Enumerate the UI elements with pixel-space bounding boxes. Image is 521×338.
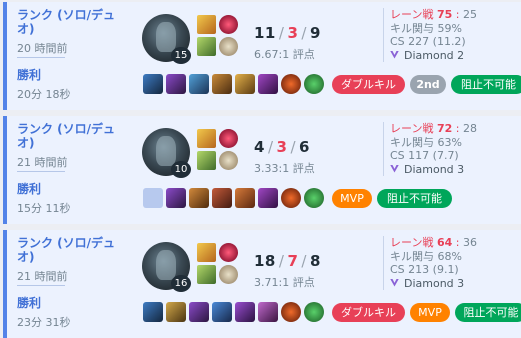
item-icon[interactable] xyxy=(189,302,209,322)
kda-ratio: 6.67:1 評点 xyxy=(254,48,315,61)
average-tier: Diamond 2 xyxy=(390,49,508,63)
cs-score: CS 213 (9.1) xyxy=(390,263,459,276)
deaths: 3 xyxy=(287,24,299,42)
item-icon[interactable] xyxy=(258,302,278,322)
deaths: 7 xyxy=(287,252,299,270)
ward-icon[interactable] xyxy=(281,188,301,208)
item-icon[interactable] xyxy=(143,74,163,94)
tier-icon xyxy=(390,50,399,59)
match-stats: レーン戦 72 : 28 キル関与 63% CS 117 (7.7) Diamo… xyxy=(383,122,508,176)
time-ago: 21 時間前 xyxy=(17,270,68,283)
mvp-badge: MVP xyxy=(410,303,450,322)
secondary-rune-icon[interactable] xyxy=(219,265,238,284)
item-icon[interactable] xyxy=(235,188,255,208)
item-icon[interactable] xyxy=(166,302,186,322)
ghost-spell-icon[interactable] xyxy=(197,151,216,170)
match-result: 勝利 xyxy=(17,296,42,310)
ward-icon[interactable] xyxy=(281,302,301,322)
cs-score: CS 117 (7.7) xyxy=(390,149,459,162)
unstoppable-badge: 阻止不可能 xyxy=(451,75,521,94)
ward-icon[interactable] xyxy=(281,74,301,94)
match-stats: レーン戦 75 : 25 キル関与 59% CS 227 (11.2) Diam… xyxy=(383,8,508,62)
match-card[interactable]: ランク (ソロ/デュオ) 20 時間前 勝利 20分 18秒 15 11/3/9… xyxy=(3,2,521,110)
unstoppable-badge: 阻止不可能 xyxy=(377,189,452,208)
double-kill-badge: ダブルキル xyxy=(332,75,405,94)
laning-score: レーン戦 64 : 36 xyxy=(390,236,477,249)
tier-icon xyxy=(390,164,399,173)
kill-participation: キル関与 59% xyxy=(390,21,462,35)
cs-score: CS 227 (11.2) xyxy=(390,35,466,48)
keystone-rune-icon[interactable] xyxy=(219,129,238,148)
divider xyxy=(17,171,65,172)
match-stats: レーン戦 64 : 36 キル関与 68% CS 213 (9.1) Diamo… xyxy=(383,236,508,290)
game-duration: 23分 31秒 xyxy=(17,316,71,329)
game-duration: 20分 18秒 xyxy=(17,88,71,101)
item-icon[interactable] xyxy=(258,74,278,94)
secondary-rune-icon[interactable] xyxy=(219,151,238,170)
item-icon[interactable] xyxy=(235,74,255,94)
assists: 8 xyxy=(309,252,321,270)
flash-spell-icon[interactable] xyxy=(197,15,216,34)
time-ago: 20 時間前 xyxy=(17,42,68,55)
laning-score: レーン戦 72 : 28 xyxy=(390,122,477,135)
item-icon[interactable] xyxy=(189,74,209,94)
divider xyxy=(17,57,65,58)
kda-ratio: 3.33:1 評点 xyxy=(254,162,315,175)
ghost-spell-icon[interactable] xyxy=(197,265,216,284)
item-icon[interactable] xyxy=(212,188,232,208)
assists: 6 xyxy=(299,138,310,156)
item-icon[interactable] xyxy=(304,188,324,208)
item-icon[interactable] xyxy=(143,302,163,322)
flash-spell-icon[interactable] xyxy=(197,129,216,148)
item-icon[interactable] xyxy=(189,188,209,208)
average-tier: Diamond 3 xyxy=(390,163,508,177)
unstoppable-badge: 阻止不可能 xyxy=(455,303,521,322)
kill-participation: キル関与 63% xyxy=(390,135,462,149)
kills: 18 xyxy=(254,252,276,270)
rank-badge: 2nd xyxy=(410,75,446,94)
mvp-badge: MVP xyxy=(332,189,372,208)
kills: 4 xyxy=(254,138,265,156)
champion-level: 16 xyxy=(171,275,191,292)
tier-icon xyxy=(390,278,399,287)
match-card[interactable]: ランク (ソロ/デュオ) 21 時間前 勝利 23分 31秒 16 18/7/8… xyxy=(3,230,521,338)
item-icon[interactable] xyxy=(212,302,232,322)
match-result: 勝利 xyxy=(17,68,42,82)
kda-score: 11/3/9 xyxy=(254,24,321,42)
double-kill-badge: ダブルキル xyxy=(332,303,405,322)
divider xyxy=(17,285,65,286)
match-card[interactable]: ランク (ソロ/デュオ) 21 時間前 勝利 15分 11秒 10 4/3/6 … xyxy=(3,116,521,224)
keystone-rune-icon[interactable] xyxy=(219,15,238,34)
deaths: 3 xyxy=(276,138,288,156)
champion-level: 15 xyxy=(171,47,191,64)
item-icon[interactable] xyxy=(258,188,278,208)
flash-spell-icon[interactable] xyxy=(197,243,216,262)
queue-type: ランク (ソロ/デュオ) xyxy=(17,122,116,150)
kda-ratio: 3.71:1 評点 xyxy=(254,276,315,289)
time-ago: 21 時間前 xyxy=(17,156,68,169)
assists: 9 xyxy=(309,24,321,42)
champion-level: 10 xyxy=(171,161,191,178)
keystone-rune-icon[interactable] xyxy=(219,243,238,262)
match-result: 勝利 xyxy=(17,182,42,196)
average-tier: Diamond 3 xyxy=(390,277,508,291)
queue-type: ランク (ソロ/デュオ) xyxy=(17,8,116,36)
empty-item-slot xyxy=(143,188,163,208)
queue-type: ランク (ソロ/デュオ) xyxy=(17,236,116,264)
secondary-rune-icon[interactable] xyxy=(219,37,238,56)
item-icon[interactable] xyxy=(304,74,324,94)
kill-participation: キル関与 68% xyxy=(390,249,462,263)
item-icon[interactable] xyxy=(166,188,186,208)
item-icon[interactable] xyxy=(166,74,186,94)
laning-score: レーン戦 75 : 25 xyxy=(390,8,477,21)
item-icon[interactable] xyxy=(235,302,255,322)
ghost-spell-icon[interactable] xyxy=(197,37,216,56)
kills: 11 xyxy=(254,24,276,42)
game-duration: 15分 11秒 xyxy=(17,202,71,215)
item-icon[interactable] xyxy=(212,74,232,94)
item-icon[interactable] xyxy=(304,302,324,322)
kda-score: 18/7/8 xyxy=(254,252,321,270)
kda-score: 4/3/6 xyxy=(254,138,310,156)
